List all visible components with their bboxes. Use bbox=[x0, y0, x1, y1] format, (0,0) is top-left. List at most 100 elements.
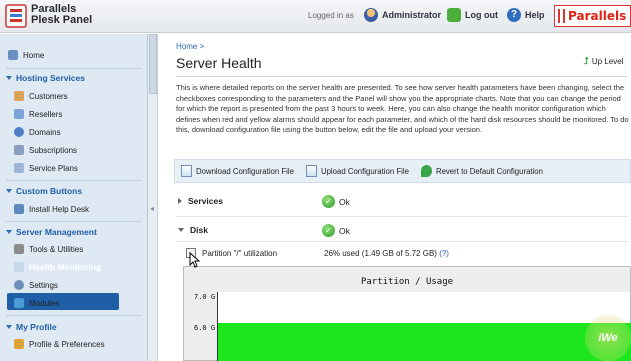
section-title: Custom Buttons bbox=[16, 186, 83, 196]
section-title: Hosting Services bbox=[16, 73, 85, 83]
domains-icon bbox=[14, 127, 24, 137]
services-label: Services bbox=[188, 196, 223, 206]
sidebar-item-label: Install Help Desk bbox=[29, 204, 90, 214]
sidebar-item-label: Customers bbox=[29, 91, 68, 101]
download-file-icon bbox=[181, 165, 192, 177]
sidebar-item-resellers[interactable]: Resellers bbox=[14, 109, 62, 119]
download-config-button[interactable]: Download Configuration File bbox=[181, 165, 294, 177]
row-divider bbox=[176, 216, 628, 217]
collapse-icon bbox=[6, 325, 12, 329]
partition-usage: 26% used (1.49 GB of 5.72 GB) (?) bbox=[324, 249, 449, 258]
sidebar-item-modules[interactable]: Modules bbox=[14, 298, 59, 308]
disk-row-toggle[interactable]: Disk bbox=[178, 225, 208, 235]
page-description: This is where detailed reports on the se… bbox=[176, 83, 629, 135]
health-monitoring-icon bbox=[14, 262, 24, 272]
sidebar-item-label: Modules bbox=[29, 298, 60, 308]
services-status: ✓ Ok bbox=[322, 195, 350, 208]
up-level-button[interactable]: ⮥ Up Level bbox=[583, 56, 623, 67]
upload-file-icon bbox=[305, 165, 317, 177]
partition-usage-chart: Partition / Usage 7.0 G 6.0 G bbox=[183, 266, 631, 361]
sidebar-item-label: Subscriptions bbox=[29, 145, 78, 155]
sidebar-item-label: Service Plans bbox=[29, 163, 78, 173]
watermark-logo: iWe bbox=[585, 315, 631, 361]
sidebar-item-profile-preferences[interactable]: Profile & Preferences bbox=[14, 339, 105, 349]
services-row-toggle[interactable]: Services bbox=[178, 196, 223, 206]
logout-icon bbox=[447, 8, 461, 22]
user-name: Administrator bbox=[382, 10, 442, 20]
revert-icon bbox=[420, 165, 432, 177]
section-title: My Profile bbox=[16, 322, 57, 332]
plesk-logo-icon bbox=[5, 4, 27, 28]
toolbar: Download Configuration File Upload Confi… bbox=[174, 159, 631, 183]
modules-icon bbox=[14, 298, 24, 308]
profile-icon bbox=[14, 339, 24, 349]
section-server-management[interactable]: Server Management bbox=[6, 227, 97, 237]
subscriptions-icon bbox=[14, 145, 24, 155]
disk-status: ✓ Ok bbox=[322, 224, 350, 237]
sidebar-item-label: Settings bbox=[29, 280, 58, 290]
download-config-label: Download Configuration File bbox=[196, 166, 294, 176]
sidebar-item-tools-utilities[interactable]: Tools & Utilities bbox=[14, 244, 83, 254]
parallels-bars-icon bbox=[558, 9, 565, 23]
title-divider bbox=[176, 76, 628, 77]
parallels-logo-text: Parallels bbox=[568, 9, 627, 23]
sidebar-item-domains[interactable]: Domains bbox=[14, 127, 61, 137]
tools-icon bbox=[14, 244, 24, 254]
services-status-text: Ok bbox=[339, 196, 350, 207]
sidebar-item-install-help-desk[interactable]: Install Help Desk bbox=[14, 204, 89, 214]
chart-title: Partition / Usage bbox=[360, 277, 454, 287]
upload-config-button[interactable]: Upload Configuration File bbox=[305, 165, 409, 177]
sidebar-item-health-monitoring[interactable]: Health Monitoring bbox=[14, 262, 101, 272]
sidebar-item-label: Profile & Preferences bbox=[29, 339, 105, 349]
sidebar-item-home[interactable]: Home bbox=[8, 50, 44, 60]
y-tick-label: 7.0 G bbox=[194, 293, 216, 301]
sidebar-item-label: Health Monitoring bbox=[29, 262, 102, 272]
sidebar-item-service-plans[interactable]: Service Plans bbox=[14, 163, 78, 173]
sidebar-item-label: Domains bbox=[29, 127, 61, 137]
section-my-profile[interactable]: My Profile bbox=[6, 322, 57, 332]
section-custom-buttons[interactable]: Custom Buttons bbox=[6, 186, 82, 196]
logout-button[interactable]: Log out bbox=[447, 8, 498, 22]
divider bbox=[6, 315, 142, 316]
sidebar-item-label: Tools & Utilities bbox=[29, 244, 84, 254]
sidebar-item-label: Home bbox=[23, 50, 45, 60]
help-tooltip-icon[interactable]: (?) bbox=[439, 249, 449, 258]
divider bbox=[6, 221, 142, 222]
collapse-icon bbox=[6, 189, 12, 193]
sidebar-item-subscriptions[interactable]: Subscriptions bbox=[14, 145, 77, 155]
chart-plot-area bbox=[217, 292, 631, 361]
sidebar-scrollbar[interactable]: ◂ bbox=[148, 34, 158, 361]
y-tick-label: 6.0 G bbox=[194, 324, 216, 332]
help-label: Help bbox=[525, 10, 545, 20]
up-level-label: Up Level bbox=[591, 57, 624, 66]
sidebar-collapse-handle[interactable]: ◂ bbox=[150, 204, 156, 222]
scrollbar-thumb[interactable] bbox=[149, 34, 157, 94]
logged-in-label: Logged in as bbox=[308, 11, 354, 20]
top-bar: Parallels Plesk Panel Logged in as Admin… bbox=[0, 0, 631, 33]
sidebar-item-customers[interactable]: Customers bbox=[14, 91, 68, 101]
help-desk-icon bbox=[14, 204, 24, 214]
ok-check-icon: ✓ bbox=[322, 195, 335, 208]
user-menu[interactable]: Administrator bbox=[364, 8, 441, 22]
help-button[interactable]: ? Help bbox=[507, 8, 545, 22]
divider bbox=[6, 68, 142, 69]
row-divider bbox=[176, 241, 628, 242]
parallels-logo: Parallels bbox=[554, 5, 631, 27]
collapse-arrow-icon bbox=[178, 228, 184, 232]
up-level-icon: ⮥ bbox=[583, 56, 589, 67]
revert-config-button[interactable]: Revert to Default Configuration bbox=[420, 165, 543, 177]
brand-title: Parallels Plesk Panel bbox=[31, 4, 92, 26]
customers-icon bbox=[14, 91, 24, 101]
revert-config-label: Revert to Default Configuration bbox=[435, 166, 543, 176]
partition-usage-value: 26% used (1.49 GB of 5.72 GB) bbox=[324, 249, 437, 258]
logout-label: Log out bbox=[465, 10, 498, 20]
section-hosting-services[interactable]: Hosting Services bbox=[6, 73, 85, 83]
section-title: Server Management bbox=[16, 227, 97, 237]
collapse-icon bbox=[6, 76, 12, 80]
page-title: Server Health bbox=[176, 55, 262, 71]
sidebar-item-settings[interactable]: Settings bbox=[14, 280, 58, 290]
main-content: Home > Server Health ⮥ Up Level This is … bbox=[166, 34, 631, 361]
upload-config-label: Upload Configuration File bbox=[320, 166, 409, 176]
divider bbox=[6, 180, 142, 181]
breadcrumb[interactable]: Home > bbox=[176, 42, 204, 51]
